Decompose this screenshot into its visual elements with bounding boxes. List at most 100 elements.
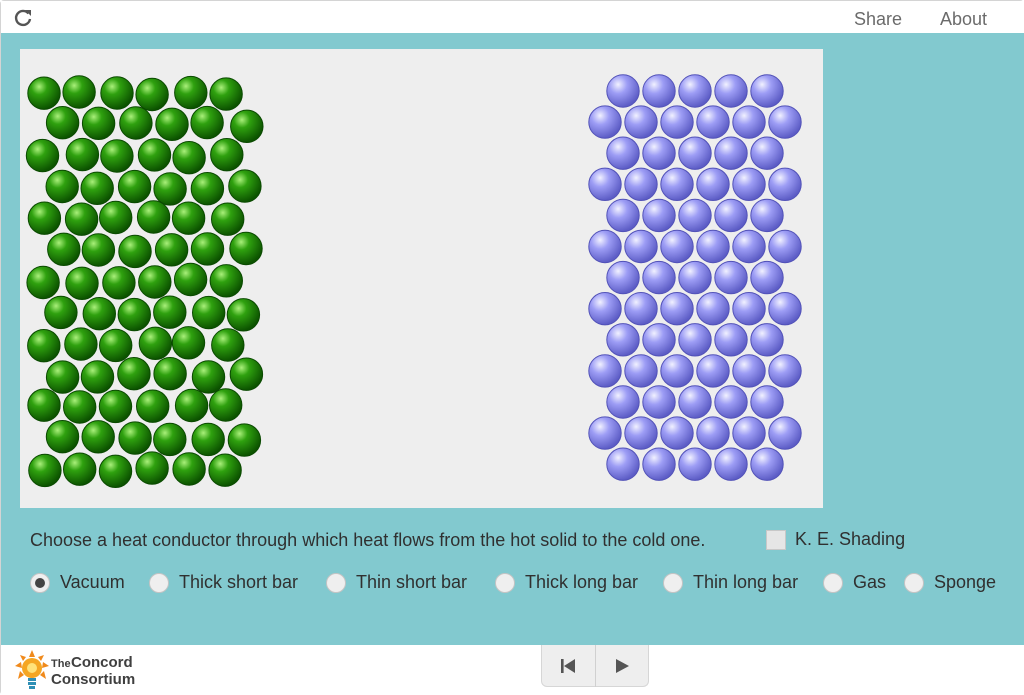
about-link[interactable]: About [940, 9, 987, 30]
cold-atom [606, 385, 640, 419]
share-link[interactable]: Share [854, 9, 902, 30]
cold-atom [750, 447, 784, 481]
hot-atom [118, 234, 152, 269]
hot-atom [118, 421, 152, 455]
hot-atom [117, 169, 152, 204]
hot-atom [153, 295, 187, 329]
radio-button[interactable] [663, 572, 683, 593]
hot-atom [81, 233, 116, 267]
cold-atom [642, 447, 676, 481]
hot-atom [100, 76, 134, 110]
cold-atom [606, 447, 640, 481]
radio-thick-short-bar[interactable]: Thick short bar [149, 572, 298, 593]
hot-atom [100, 139, 134, 173]
play-button[interactable] [594, 645, 648, 687]
hot-atom [45, 360, 80, 394]
ke-shading-checkbox[interactable]: K. E. Shading [766, 529, 905, 550]
hot-atom [26, 265, 60, 300]
playback-controls [541, 645, 649, 687]
cold-atom [768, 416, 802, 450]
radio-label: Thick short bar [179, 572, 299, 592]
hot-atom [45, 169, 79, 204]
radio-gas[interactable]: Gas [823, 572, 886, 593]
hot-atom [45, 420, 80, 454]
cold-atom [678, 323, 712, 357]
radio-sponge[interactable]: Sponge [904, 572, 996, 593]
hot-atom [117, 297, 152, 332]
hot-atom [136, 200, 171, 234]
hot-atom [135, 451, 169, 485]
radio-button[interactable] [823, 572, 843, 593]
cold-atom [678, 385, 712, 419]
hot-atom [226, 298, 261, 332]
hot-atom [190, 105, 224, 140]
radio-thin-short-bar[interactable]: Thin short bar [326, 572, 467, 593]
hot-solid [25, 75, 264, 488]
top-bar: Share About [1, 1, 1024, 33]
hot-atom [154, 233, 189, 267]
hot-atom [209, 77, 243, 111]
cold-atom [588, 354, 622, 388]
hot-atom [153, 422, 187, 457]
cold-atom [606, 136, 640, 170]
lightbulb-sun-icon [15, 650, 49, 689]
ke-shading-label: K. E. Shading [795, 529, 906, 549]
cold-atom [750, 136, 784, 170]
cold-atom [588, 416, 622, 450]
radio-label: Thin short bar [356, 572, 468, 592]
hot-atom [230, 109, 264, 144]
play-icon [615, 659, 629, 673]
radio-label: Vacuum [60, 572, 125, 592]
hot-atom [45, 105, 80, 140]
radio-button[interactable] [30, 572, 50, 593]
cold-atom [714, 198, 748, 233]
concord-consortium-logo[interactable]: The Concord Consortium [13, 649, 153, 693]
cold-solid [588, 74, 802, 481]
simulation-canvas[interactable] [20, 49, 823, 508]
radio-button[interactable] [149, 572, 169, 593]
radio-button[interactable] [904, 572, 924, 593]
reload-icon[interactable] [13, 8, 33, 28]
cold-atom [624, 229, 658, 264]
cold-atom [660, 292, 694, 326]
hot-atom [99, 328, 133, 363]
hot-atom [211, 328, 245, 362]
radio-label: Thick long bar [525, 572, 639, 592]
logo-text-concord: Concord [71, 654, 133, 671]
hot-atom [171, 201, 206, 235]
hot-atom [155, 107, 189, 142]
hot-atom [63, 390, 97, 424]
hot-atom [44, 295, 78, 330]
cold-atom [588, 167, 622, 202]
checkbox-box[interactable] [766, 529, 786, 550]
cold-atom [768, 354, 802, 388]
cold-atom [732, 167, 766, 202]
skip-back-icon [561, 659, 576, 673]
cold-atom [714, 323, 748, 357]
radio-vacuum[interactable]: Vacuum [30, 572, 125, 593]
cold-atom [642, 323, 676, 357]
cold-atom [714, 74, 748, 108]
cold-atom [714, 447, 748, 481]
reset-button[interactable] [542, 645, 595, 687]
radio-button[interactable] [495, 572, 515, 593]
hot-atom [191, 422, 225, 457]
cold-atom [750, 198, 784, 233]
cold-atom [696, 354, 730, 388]
cold-atom [642, 260, 676, 295]
radio-button[interactable] [326, 572, 346, 593]
cold-atom [732, 105, 766, 139]
cold-atom [606, 323, 640, 357]
cold-atom [750, 260, 784, 295]
cold-atom [696, 416, 730, 450]
hot-atom [174, 388, 209, 423]
particle-view [25, 74, 802, 488]
cold-atom [732, 292, 766, 326]
radio-thin-long-bar[interactable]: Thin long bar [663, 572, 798, 593]
radio-thick-long-bar[interactable]: Thick long bar [495, 572, 638, 593]
hot-atom [80, 171, 114, 206]
cold-atom [750, 74, 784, 108]
hot-atom [65, 266, 99, 301]
hot-atom [80, 360, 115, 394]
cold-atom [624, 416, 658, 450]
